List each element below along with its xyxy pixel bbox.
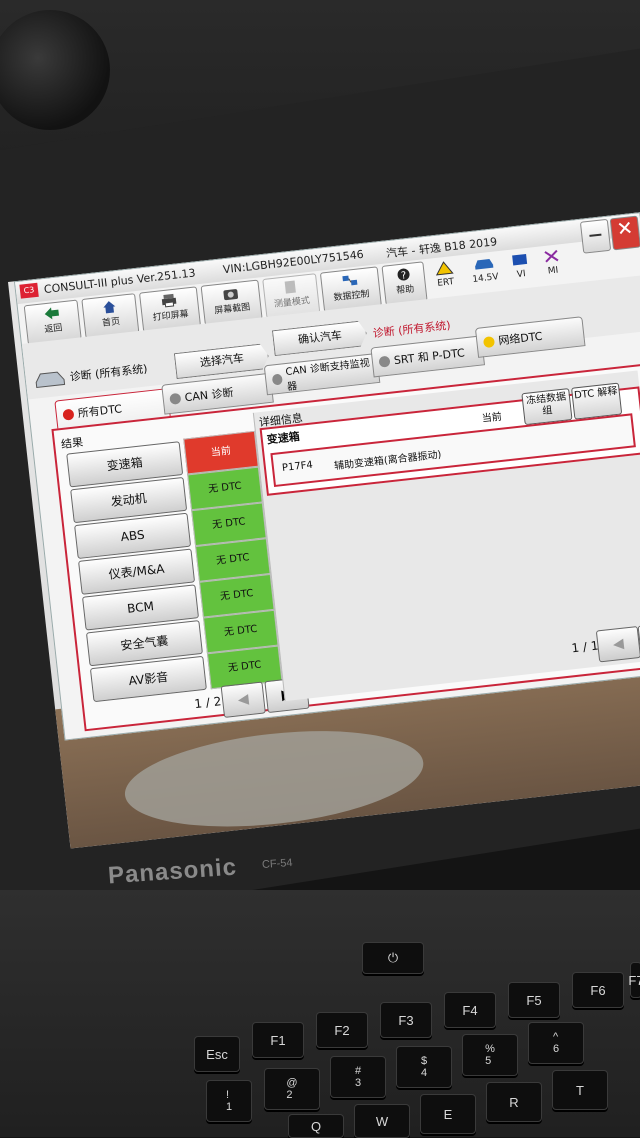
mi-label: MI [547,265,559,277]
section-label: 诊断 (所有系统) [69,362,149,384]
module-name: 变速箱 [266,429,301,447]
power-button[interactable]: ⏻ [362,942,424,974]
tab-network-dtc-label: 网络DTC [497,329,544,348]
ert-label: ERT [436,277,455,289]
grey-dot-icon [271,373,283,386]
key-1[interactable]: ! 1 [206,1080,252,1122]
results-panel: 结果 变速箱 当前 发动机 无 DTC ABS 无 DTC 仪表/M&A 无 D… [51,363,640,732]
data-control-icon [342,275,358,286]
help-label: 帮助 [395,284,415,297]
consult-window: 国家/地区 : 中国 C3 CONSULT-III plus Ver.251.1… [13,212,640,741]
ert-status[interactable]: ERT [427,259,462,289]
results-page-indicator: 1 / 2 [193,694,223,712]
results-label: 结果 [60,435,84,452]
grey-dot-icon [169,392,182,405]
print-screen-label: 打印屏幕 [152,309,190,324]
key-f4[interactable]: F4 [444,992,496,1028]
dtc-module-box: 变速箱 当前 冻结数据组 DTC 解释 P17F4 辅助变速箱(离合器振动) [259,382,640,496]
tab-all-dtc-label: 所有DTC [77,402,123,421]
home-icon [103,301,116,314]
laptop-model: CF-54 [261,856,293,872]
key-2[interactable]: @ 2 [264,1068,320,1110]
dtc-explanation-button[interactable]: DTC 解释 [571,382,623,420]
module-state: 当前 [481,411,503,425]
detail-panel: 详细信息 变速箱 当前 冻结数据组 DTC 解释 P17F4 辅助变速箱(离合器… [252,370,640,702]
key-w[interactable]: W [354,1104,410,1138]
close-icon [618,221,631,235]
key-f3[interactable]: F3 [380,1002,432,1038]
data-control-label: 数据控制 [333,289,371,304]
dtc-description: 辅助变速箱(离合器振动) [333,449,443,473]
laptop-screen: Plus DPM PRC 133 B18 PRC ... MAC PRC 国家/… [8,211,640,849]
car-diagnosis-icon [35,371,66,389]
minimize-button[interactable] [579,218,612,254]
key-e[interactable]: E [420,1094,476,1134]
detail-prev-button[interactable]: ◀ [595,625,640,663]
warning-icon [435,261,454,276]
key-3[interactable]: # 3 [330,1056,386,1098]
key-f5[interactable]: F5 [508,982,560,1018]
app-logo: C3 [19,282,39,299]
measure-icon [284,280,296,294]
key-f7[interactable]: F7 [628,962,640,998]
dtc-code: P17F4 [281,459,314,475]
key-f2[interactable]: F2 [316,1012,368,1048]
key-esc[interactable]: Esc [194,1036,240,1072]
network-icon [378,355,391,368]
voltage-label: 14.5V [471,272,500,285]
yellow-dot-icon [482,335,496,348]
back-label: 返回 [43,323,63,336]
vi-icon [512,253,528,266]
svg-text:?: ? [400,270,406,282]
key-6[interactable]: ^ 6 [528,1022,584,1064]
printer-icon [161,293,177,308]
battery-status: 14.5V [465,255,504,286]
car-battery-icon [475,259,494,270]
mi-icon [544,249,559,263]
key-r[interactable]: R [486,1082,542,1122]
tab-can-diagnosis-label: CAN 诊断 [184,385,235,405]
close-button[interactable] [609,215,640,251]
key-f6[interactable]: F6 [572,972,624,1008]
detail-page-indicator: 1 / 1 [570,638,600,656]
freeze-frame-button[interactable]: 冻结数据组 [521,388,573,426]
arrow-left-icon [44,307,59,320]
measure-mode-label: 测量模式 [273,296,311,310]
red-dot-icon [62,408,75,421]
vi-label: VI [516,269,527,281]
minimize-icon [589,233,602,237]
key-4[interactable]: $ 4 [396,1046,452,1088]
camera-icon [223,289,239,301]
vi-status: VI [505,251,536,281]
tab-srt-pdtc-label: SRT 和 P-DTC [393,346,466,368]
home-label: 首页 [101,316,121,329]
mi-status: MI [537,248,568,278]
results-prev-button[interactable]: ◀ [220,681,266,718]
key-f1[interactable]: F1 [252,1022,304,1058]
screenshot-label: 屏幕截图 [213,302,251,317]
key-q[interactable]: Q [288,1114,344,1138]
help-icon: ? [397,268,410,282]
key-5[interactable]: % 5 [462,1034,518,1076]
breadcrumb-confirm-vehicle[interactable]: 确认汽车 [272,320,368,356]
key-t[interactable]: T [552,1070,608,1110]
dtc-row[interactable]: P17F4 辅助变速箱(离合器振动) [270,413,636,488]
